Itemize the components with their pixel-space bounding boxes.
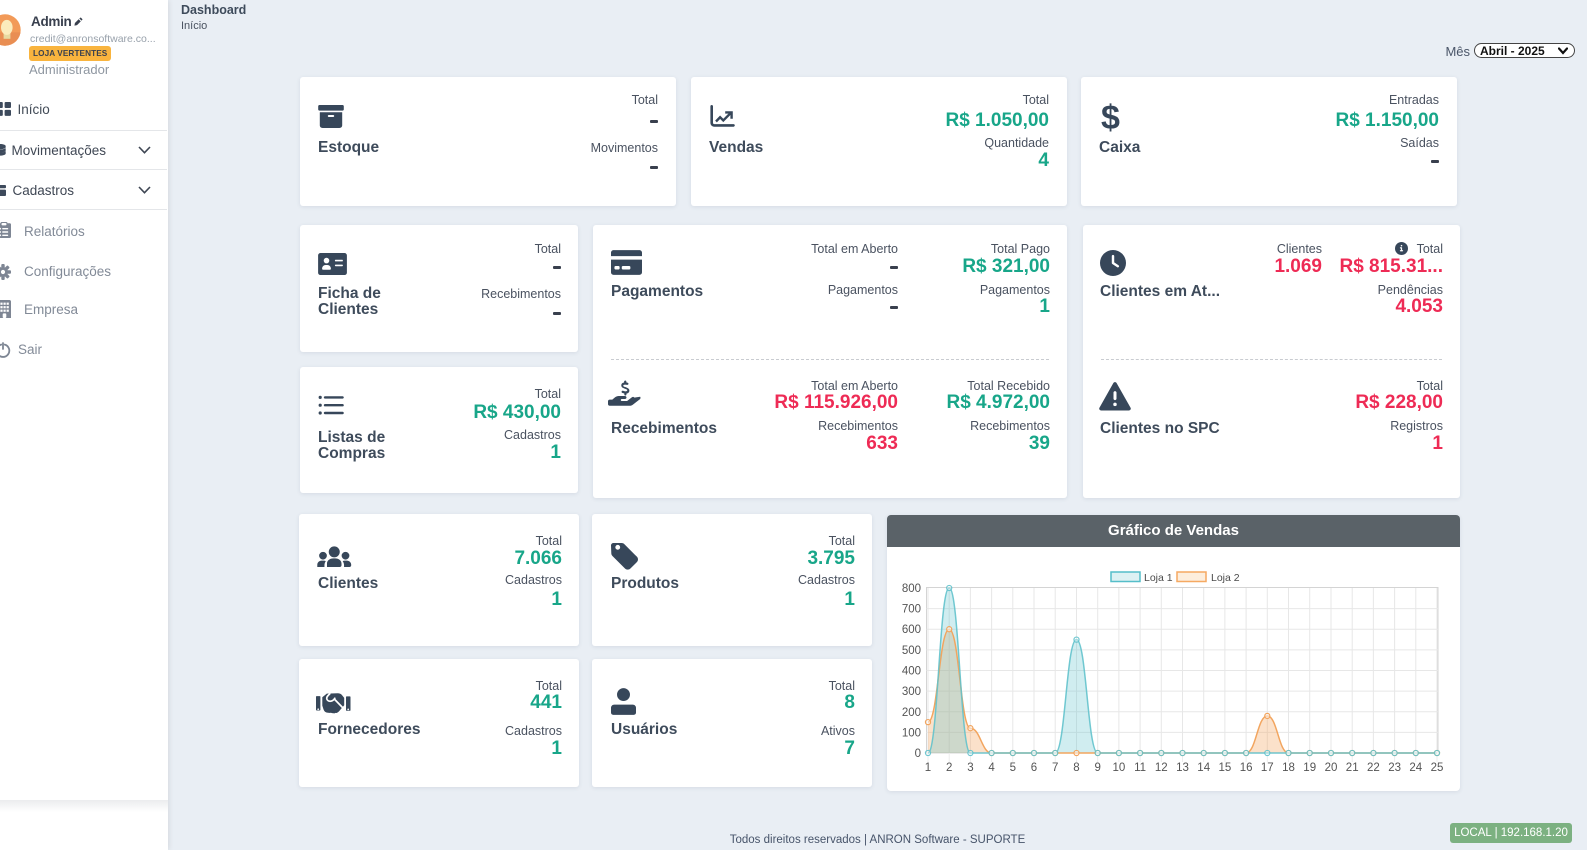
- svg-text:24: 24: [1409, 762, 1422, 774]
- svg-text:6: 6: [1031, 762, 1037, 774]
- svg-text:500: 500: [902, 645, 921, 657]
- svg-text:3: 3: [967, 762, 973, 774]
- svg-text:16: 16: [1240, 762, 1253, 774]
- svg-text:600: 600: [902, 624, 921, 636]
- svg-text:Loja 2: Loja 2: [1211, 572, 1240, 584]
- svg-text:1: 1: [925, 762, 931, 774]
- svg-text:4: 4: [988, 762, 995, 774]
- svg-text:20: 20: [1325, 762, 1338, 774]
- svg-text:13: 13: [1176, 762, 1189, 774]
- svg-text:Loja 1: Loja 1: [1144, 572, 1173, 584]
- svg-text:8: 8: [1073, 762, 1079, 774]
- svg-text:11: 11: [1134, 762, 1146, 774]
- svg-text:0: 0: [915, 748, 921, 760]
- svg-text:5: 5: [1010, 762, 1016, 774]
- svg-text:17: 17: [1261, 762, 1274, 774]
- svg-text:25: 25: [1431, 762, 1444, 774]
- svg-text:200: 200: [902, 707, 921, 719]
- svg-text:7: 7: [1052, 762, 1058, 774]
- svg-text:15: 15: [1219, 762, 1232, 774]
- svg-text:19: 19: [1303, 762, 1316, 774]
- svg-text:2: 2: [946, 762, 952, 774]
- svg-text:21: 21: [1346, 762, 1359, 774]
- svg-text:800: 800: [902, 583, 921, 595]
- svg-text:10: 10: [1113, 762, 1126, 774]
- svg-text:22: 22: [1367, 762, 1380, 774]
- svg-text:9: 9: [1094, 762, 1100, 774]
- svg-text:14: 14: [1197, 762, 1210, 774]
- svg-text:100: 100: [902, 727, 921, 739]
- svg-text:400: 400: [902, 666, 921, 678]
- svg-text:18: 18: [1282, 762, 1295, 774]
- svg-text:23: 23: [1388, 762, 1401, 774]
- svg-text:300: 300: [902, 686, 921, 698]
- svg-text:700: 700: [902, 604, 921, 616]
- svg-text:12: 12: [1155, 762, 1168, 774]
